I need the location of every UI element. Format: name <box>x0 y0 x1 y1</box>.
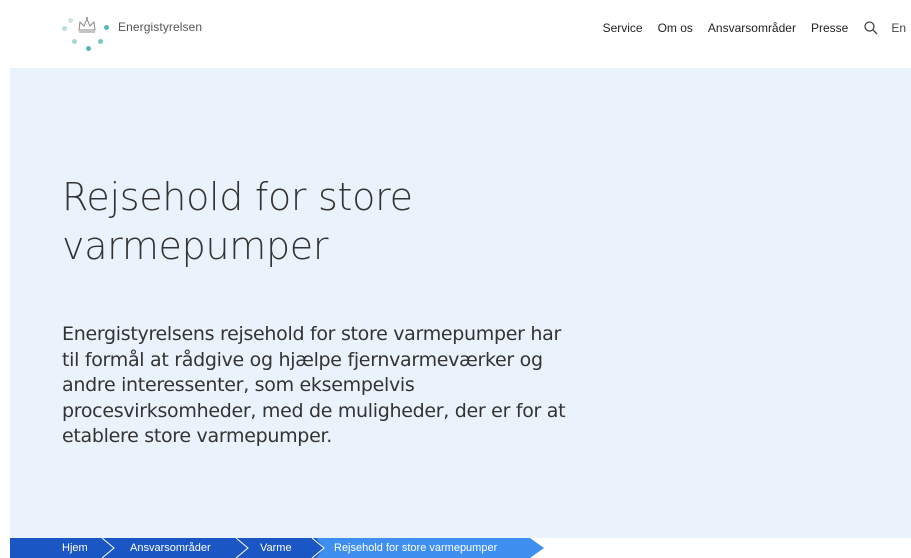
breadcrumb-item-current: Rejsehold for store varmepumper <box>334 542 498 554</box>
breadcrumb-item-ansvarsomraader[interactable]: Ansvarsområder <box>130 542 211 554</box>
page-title-line: Rejsehold for store <box>62 175 413 219</box>
logo-text: Energistyrelsen <box>118 20 203 34</box>
site-logo[interactable]: Energistyrelsen <box>60 12 202 56</box>
nav-item-om-os[interactable]: Om os <box>658 21 693 35</box>
nav-item-service[interactable]: Service <box>603 21 643 35</box>
logo-dot <box>98 39 103 44</box>
logo-dot <box>62 26 67 31</box>
logo-dot <box>72 39 77 44</box>
nav-item-presse[interactable]: Presse <box>811 21 848 35</box>
lead-paragraph: Energistyrelsens rejsehold for store var… <box>62 323 566 447</box>
main-navigation: Service Om os Ansvarsområder Presse En <box>603 20 911 36</box>
logo-dot <box>86 46 91 51</box>
language-switch[interactable]: En <box>891 21 906 35</box>
logo-dot <box>68 18 73 23</box>
page-title-line: varmepumper <box>62 224 329 268</box>
logo-mark <box>60 12 114 56</box>
site-header: Energistyrelsen Service Om os Ansvarsomr… <box>0 0 911 68</box>
nav-item-ansvarsomraader[interactable]: Ansvarsområder <box>708 21 796 35</box>
breadcrumb-item-hjem[interactable]: Hjem <box>62 542 88 554</box>
page-title: Rejsehold for store varmepumper <box>62 173 622 271</box>
logo-dot <box>104 25 109 30</box>
breadcrumb-item-varme[interactable]: Varme <box>260 542 292 554</box>
breadcrumb: Hjem Ansvarsområder Varme Rejsehold for … <box>10 538 911 558</box>
search-icon[interactable] <box>863 20 879 36</box>
crown-icon <box>78 17 96 33</box>
hero-section: Rejsehold for store varmepumper Energist… <box>10 68 911 538</box>
